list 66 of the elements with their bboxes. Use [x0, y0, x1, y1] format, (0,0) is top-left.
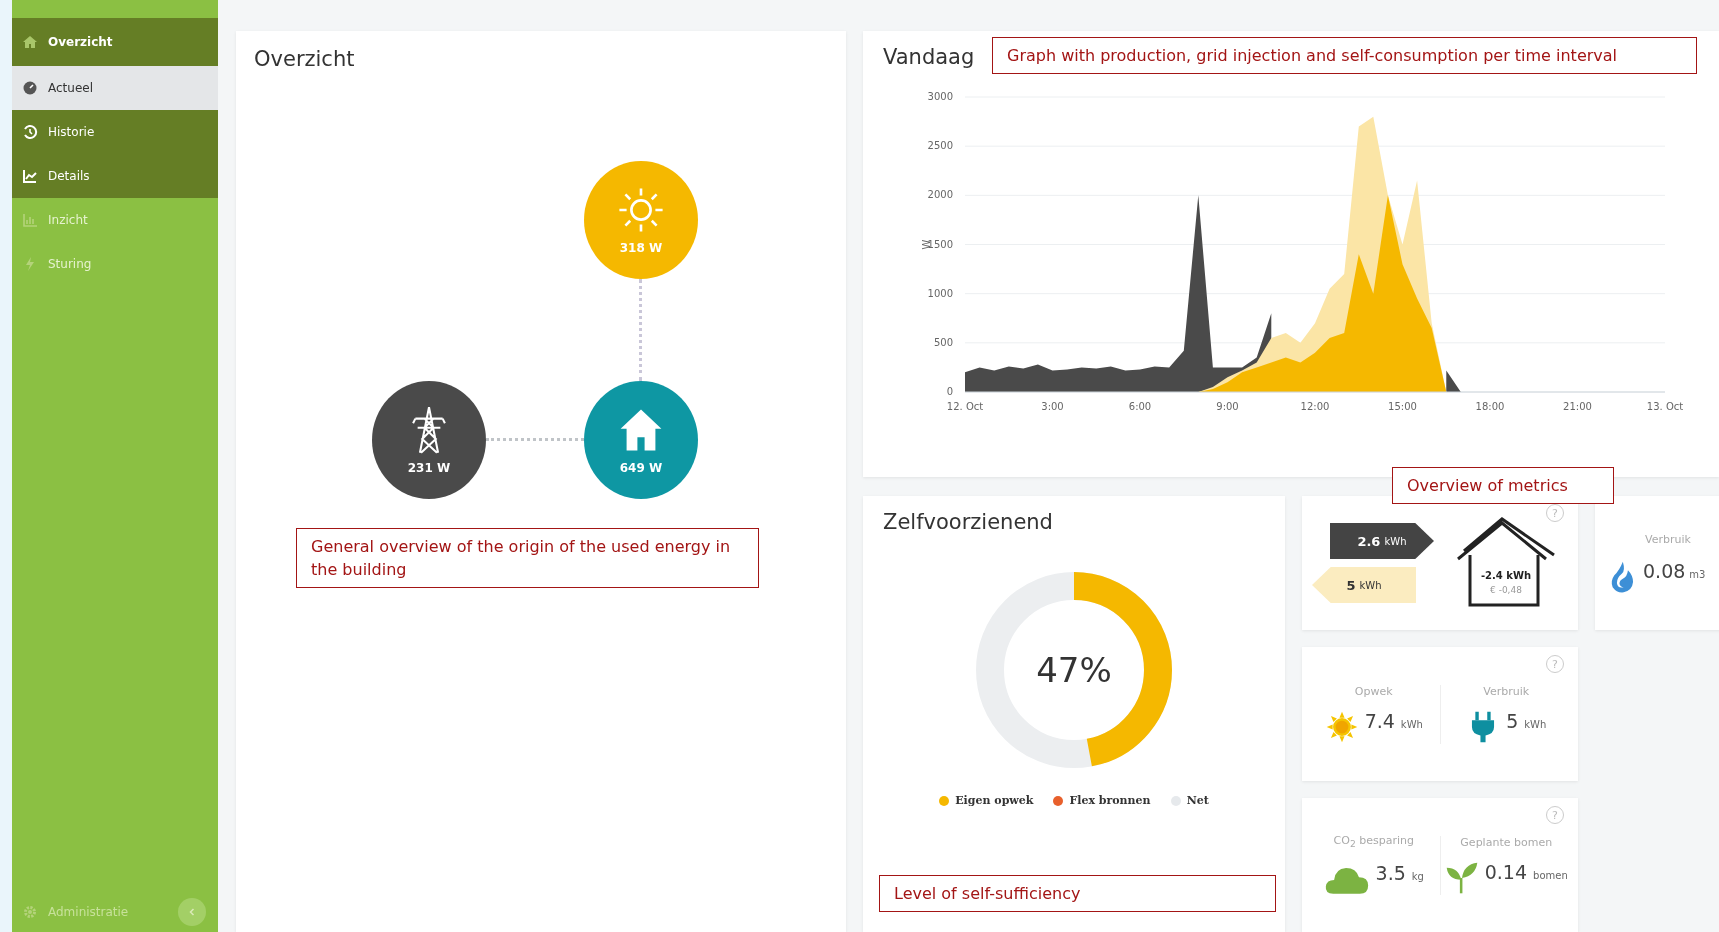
- settings-icon: [22, 904, 38, 920]
- administration-link[interactable]: Administratie: [12, 890, 129, 932]
- card-title: Vandaag: [883, 45, 975, 69]
- metric-unit: bomen: [1533, 869, 1568, 881]
- metric-label: Verbruik: [1645, 532, 1691, 546]
- sidebar-item[interactable]: Overzicht: [12, 18, 218, 66]
- import-tag: 5 kWh: [1312, 567, 1416, 603]
- net-energy: -2.4 kWh: [1480, 570, 1532, 581]
- metric-label: Verbruik: [1483, 684, 1530, 698]
- card-title: Zelfvoorzienend: [883, 510, 1053, 534]
- card-title: Overzicht: [254, 47, 355, 71]
- y-tick-label: 1000: [927, 287, 953, 299]
- metric-label: Geplante bomen: [1460, 835, 1553, 849]
- y-tick-label: 500: [933, 336, 953, 348]
- y-tick-label: 1500: [927, 238, 953, 250]
- details-icon: [22, 168, 38, 184]
- chevron-left-icon: [187, 907, 197, 917]
- x-tick-label: 18:00: [1475, 401, 1505, 412]
- sidebar-item[interactable]: Historie: [12, 110, 218, 154]
- metric-unit: kWh: [1400, 718, 1423, 730]
- x-tick-label: 13. Oct: [1646, 401, 1684, 412]
- metric-label: CO$_{2}$ besparing: [1333, 834, 1414, 850]
- sidebar-item[interactable]: Sturing: [12, 242, 218, 286]
- metric-value: 0.14: [1484, 860, 1528, 883]
- gauge-icon: [22, 80, 38, 96]
- power-reading: 649 W: [619, 461, 663, 475]
- metric-label: Opwek: [1354, 684, 1393, 698]
- self-sufficiency-value: 47%: [1036, 650, 1112, 690]
- annotation-callout: Overview of metrics: [1392, 467, 1614, 505]
- sun-icon: [617, 185, 665, 235]
- insight-icon: [22, 212, 38, 228]
- y-tick-label: 0: [946, 386, 953, 397]
- metric-value: 7.4: [1364, 709, 1395, 732]
- history-icon: [22, 124, 38, 140]
- power-reading: 318 W: [619, 241, 663, 255]
- home-icon: [22, 34, 38, 50]
- x-tick-label: 3:00: [1041, 401, 1064, 412]
- legend-label: Net: [1186, 794, 1209, 807]
- x-tick-label: 15:00: [1388, 401, 1417, 412]
- x-tick-label: 6:00: [1128, 401, 1152, 412]
- sidebar-item[interactable]: Inzicht: [12, 198, 218, 242]
- y-tick-label: 2500: [927, 140, 953, 152]
- legend-label: Flex bronnen: [1069, 794, 1151, 807]
- metric-unit: m3: [1689, 568, 1706, 580]
- metric-unit: kg: [1411, 870, 1424, 882]
- y-tick-label: 3000: [927, 91, 953, 102]
- x-tick-label: 12. Oct: [946, 401, 984, 412]
- x-tick-label: 12:00: [1300, 401, 1330, 412]
- metric-value: 3.5: [1375, 861, 1406, 884]
- legend-label: Eigen opwek: [955, 794, 1034, 807]
- x-tick-label: 21:00: [1563, 401, 1592, 412]
- collapse-button[interactable]: [178, 898, 206, 926]
- annotation-callout: Level of self-sufficiency: [879, 875, 1276, 913]
- metric-unit: kWh: [1524, 718, 1547, 730]
- sprout-icon: [1444, 860, 1479, 895]
- sidebar-item[interactable]: Details: [12, 154, 218, 198]
- metric-value: 5: [1506, 709, 1519, 732]
- annotation-callout: General overview of the origin of the used energy in the building: [296, 528, 759, 589]
- net-cost: € -0,48: [1490, 585, 1522, 595]
- y-tick-label: 2000: [927, 189, 953, 201]
- annotation-callout: Graph with production, grid injection and self-consumption per time interval: [992, 37, 1697, 75]
- export-tag: 2.6 kWh: [1330, 523, 1434, 559]
- x-tick-label: 9:00: [1216, 401, 1239, 412]
- sidebar-item[interactable]: Actueel: [12, 66, 218, 110]
- metric-value: 0.08: [1643, 559, 1686, 582]
- power-reading: 231 W: [407, 461, 451, 475]
